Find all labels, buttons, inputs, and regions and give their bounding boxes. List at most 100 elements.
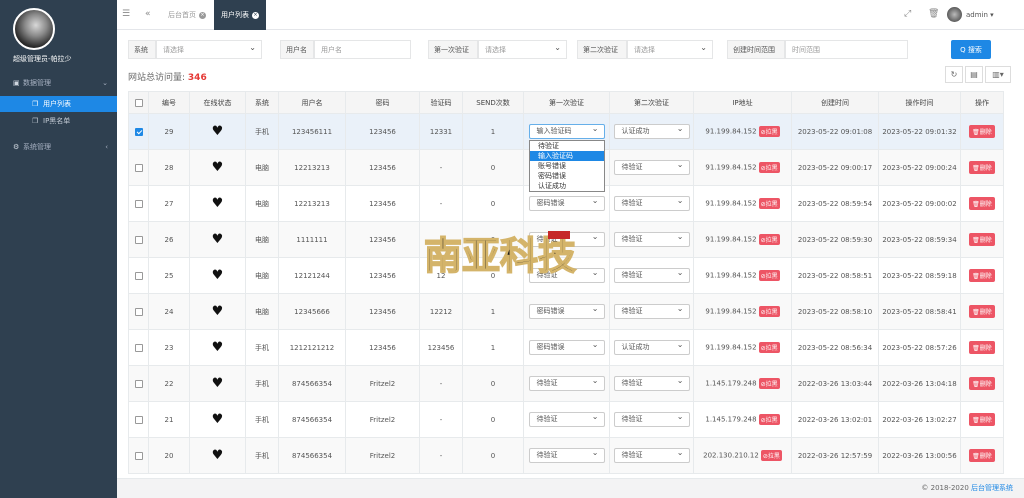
sidebar-item-ip-blacklist[interactable]: ❐ IP黑名单 <box>0 113 117 129</box>
column-header[interactable]: 验证码 <box>419 91 463 114</box>
first-verify-select[interactable]: 待验证 <box>528 374 605 391</box>
row-checkbox[interactable] <box>128 365 149 402</box>
close-icon[interactable]: × <box>252 11 259 19</box>
ban-button[interactable]: ⊘拉黑 <box>758 234 780 245</box>
delete-button[interactable]: 🗑删除 <box>969 233 995 246</box>
delete-button[interactable]: 🗑删除 <box>969 449 995 462</box>
ban-button[interactable]: ⊘拉黑 <box>758 198 780 209</box>
column-header[interactable]: 密码 <box>345 91 420 114</box>
fullscreen-icon[interactable]: ⤢ <box>904 9 911 19</box>
tab-home[interactable]: 后台首页 × <box>161 0 213 30</box>
second-verify-select[interactable]: 待验证 <box>613 194 690 211</box>
second-verify-select[interactable]: 待验证 <box>613 374 690 391</box>
cell-username: 12121244 <box>278 257 346 294</box>
trash-icon[interactable]: 🗑 <box>928 9 939 19</box>
toggle-view-button[interactable]: ▤ <box>965 66 983 83</box>
cell-password: 123456 <box>345 113 420 150</box>
first-verify-select[interactable]: 待验证 <box>528 446 605 463</box>
column-header[interactable]: 在线状态 <box>189 91 246 114</box>
column-header[interactable]: 操作 <box>960 91 1004 114</box>
column-header[interactable]: 系统 <box>245 91 279 114</box>
ban-button[interactable]: ⊘拉黑 <box>758 342 780 353</box>
row-checkbox[interactable] <box>128 257 149 294</box>
first-verify-filter-select[interactable]: 请选择 <box>478 38 567 59</box>
first-verify-select[interactable]: 密码错误 <box>528 302 605 319</box>
second-verify-select[interactable]: 认证成功 <box>613 338 690 355</box>
search-button[interactable]: Q 搜索 <box>951 40 991 59</box>
user-avatar[interactable] <box>13 8 55 50</box>
column-header[interactable]: SEND次数 <box>462 91 524 114</box>
second-verify-select[interactable]: 待验证 <box>613 266 690 283</box>
select-all-checkbox[interactable] <box>128 91 149 114</box>
column-header[interactable]: IP地址 <box>693 91 792 114</box>
row-checkbox[interactable] <box>128 401 149 438</box>
refresh-button[interactable]: ↻ <box>945 66 963 83</box>
cell-username: 874566354 <box>278 365 346 402</box>
first-verify-select[interactable]: 待验证 <box>528 410 605 427</box>
watermark-seal <box>548 231 570 239</box>
row-checkbox[interactable] <box>128 149 149 186</box>
second-verify-select[interactable]: 待验证 <box>613 446 690 463</box>
first-verify-select[interactable]: 密码错误 <box>528 194 605 211</box>
first-verify-select[interactable]: 输入验证码 <box>528 122 605 139</box>
second-verify-select[interactable]: 待验证 <box>613 302 690 319</box>
ban-button[interactable]: ⊘拉黑 <box>758 378 780 389</box>
row-checkbox[interactable] <box>128 221 149 258</box>
admin-avatar[interactable] <box>947 7 962 22</box>
delete-button[interactable]: 🗑删除 <box>969 305 995 318</box>
row-checkbox[interactable] <box>128 437 149 474</box>
row-checkbox[interactable] <box>128 185 149 222</box>
delete-button[interactable]: 🗑删除 <box>969 269 995 282</box>
ban-button[interactable]: ⊘拉黑 <box>758 126 780 137</box>
first-verify-select[interactable]: 密码错误 <box>528 338 605 355</box>
dropdown-option[interactable]: 密码错误 <box>530 171 604 181</box>
menu-toggle-icon[interactable]: ☰ <box>122 9 130 19</box>
column-header[interactable]: 第一次验证 <box>523 91 610 114</box>
cell-actions: 🗑删除 <box>960 293 1004 330</box>
sidebar-menu-data[interactable]: ▣ 数据管理 ⌄ <box>0 74 117 91</box>
column-header[interactable]: 用户名 <box>278 91 346 114</box>
tab-back-icon[interactable]: « <box>145 9 151 19</box>
second-verify-select[interactable]: 认证成功 <box>613 122 690 139</box>
delete-button[interactable]: 🗑删除 <box>969 341 995 354</box>
dropdown-option[interactable]: 账号错误 <box>530 161 604 171</box>
column-header[interactable]: 创建时间 <box>791 91 879 114</box>
ban-button[interactable]: ⊘拉黑 <box>758 306 780 317</box>
ban-button[interactable]: ⊘拉黑 <box>758 270 780 281</box>
visit-count-label: 网站总访问量: <box>128 73 186 83</box>
dropdown-option[interactable]: 输入验证码 <box>530 151 604 161</box>
row-checkbox[interactable] <box>128 329 149 366</box>
footer-brand-link[interactable]: 后台管理系统 <box>971 484 1013 492</box>
sidebar-item-user-list[interactable]: ❐ 用户列表 <box>0 96 117 112</box>
dropdown-option[interactable]: 待验证 <box>530 141 604 151</box>
column-header[interactable]: 第二次验证 <box>609 91 694 114</box>
close-icon[interactable]: × <box>199 11 206 19</box>
row-checkbox[interactable] <box>128 113 149 150</box>
ban-button[interactable]: ⊘拉黑 <box>758 162 780 173</box>
columns-button[interactable]: ▥▾ <box>985 66 1011 83</box>
ban-button[interactable]: ⊘拉黑 <box>758 414 780 425</box>
delete-button[interactable]: 🗑删除 <box>969 413 995 426</box>
sidebar-menu-system[interactable]: ⚙ 系统管理 ‹ <box>0 138 117 155</box>
cell-password: Fritzel2 <box>345 365 420 402</box>
tab-user-list[interactable]: 用户列表 × <box>214 0 266 30</box>
delete-button[interactable]: 🗑删除 <box>969 161 995 174</box>
delete-button[interactable]: 🗑删除 <box>969 125 995 138</box>
second-verify-filter-select[interactable]: 请选择 <box>627 38 713 59</box>
username-filter-input[interactable]: 用户名 <box>314 40 411 59</box>
cell-password: Fritzel2 <box>345 401 420 438</box>
delete-label: 删除 <box>979 345 992 352</box>
time-range-input[interactable]: 时间范围 <box>785 40 908 59</box>
column-header[interactable]: 操作时间 <box>878 91 961 114</box>
delete-button[interactable]: 🗑删除 <box>969 197 995 210</box>
second-verify-select[interactable]: 待验证 <box>613 230 690 247</box>
second-verify-select[interactable]: 待验证 <box>613 158 690 175</box>
column-header[interactable]: 编号 <box>148 91 190 114</box>
system-filter-select[interactable]: 请选择 <box>156 38 262 59</box>
ban-button[interactable]: ⊘拉黑 <box>760 450 782 461</box>
admin-menu[interactable]: admin ▾ <box>966 11 994 19</box>
delete-button[interactable]: 🗑删除 <box>969 377 995 390</box>
dropdown-option[interactable]: 认证成功 <box>530 181 604 191</box>
row-checkbox[interactable] <box>128 293 149 330</box>
second-verify-select[interactable]: 待验证 <box>613 410 690 427</box>
